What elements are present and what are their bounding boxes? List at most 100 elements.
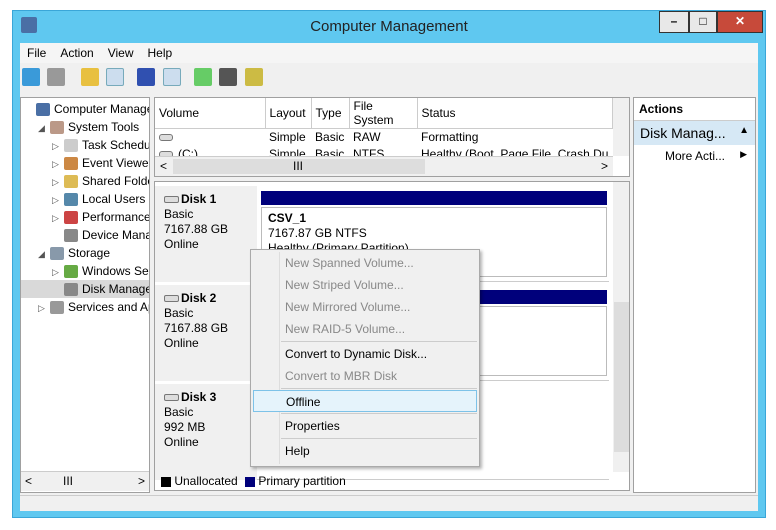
column-header[interactable]: Layout <box>265 98 312 129</box>
menu-action[interactable]: Action <box>53 43 100 63</box>
tree-item[interactable]: ▷ Shared Folde <box>21 172 149 190</box>
disk-info[interactable]: Disk 3 Basic 992 MB Online <box>155 384 257 480</box>
disk-name: Disk 3 <box>181 390 217 404</box>
menu-file[interactable]: File <box>20 43 53 63</box>
expander-icon[interactable]: ▷ <box>52 173 64 190</box>
volume-list-h-scrollbar[interactable]: < III > <box>155 156 613 176</box>
disk-icon <box>164 394 179 401</box>
help-icon[interactable] <box>137 68 156 86</box>
disk-icon <box>164 295 179 302</box>
show-hide-action-pane-icon[interactable] <box>162 68 181 86</box>
expander-icon[interactable]: ▷ <box>52 155 64 172</box>
menu-view[interactable]: View <box>101 43 141 63</box>
disk-type: Basic <box>164 405 194 419</box>
tree-item[interactable]: ▷ Performance <box>21 208 149 226</box>
expander-icon[interactable]: ▷ <box>52 137 64 154</box>
table-cell: RAW <box>349 129 417 146</box>
actions-section-disk-management[interactable]: Disk Manag... ▲ <box>634 121 755 145</box>
tree-node-icon <box>64 193 78 207</box>
disk-state: Online <box>164 336 199 350</box>
column-header[interactable]: Type <box>311 98 350 129</box>
close-button[interactable]: ✕ <box>717 11 763 33</box>
unallocated-swatch <box>161 476 171 487</box>
disk-size: 7167.88 GB <box>164 321 229 335</box>
tree-item-label: Event Viewer <box>82 156 149 170</box>
actions-title: Actions <box>634 98 755 121</box>
tree-item-label: System Tools <box>68 120 140 134</box>
table-cell <box>155 129 265 146</box>
tree-item[interactable]: ▷ Local Users a <box>21 190 149 208</box>
expander-icon[interactable]: ▷ <box>38 299 50 316</box>
tree-node-icon <box>64 229 78 243</box>
volume-name: CSV_1 <box>268 211 307 225</box>
disk-name: Disk 1 <box>181 192 217 206</box>
context-menu-item-offline[interactable]: Offline <box>253 390 477 412</box>
tree-item[interactable]: ▷ Windows Se <box>21 262 149 280</box>
disk-size: 992 MB <box>164 420 206 434</box>
disk-state: Online <box>164 435 199 449</box>
disk-view-v-scrollbar[interactable] <box>613 182 629 472</box>
tree-node-icon <box>64 157 78 171</box>
disk-info[interactable]: Disk 1 Basic 7167.88 GB Online <box>155 186 257 282</box>
menu-help[interactable]: Help <box>141 43 180 63</box>
tree-item[interactable]: ◢ System Tools <box>21 118 149 136</box>
disk-info[interactable]: Disk 2 Basic 7167.88 GB Online <box>155 285 257 381</box>
tree-item[interactable]: ◢ Storage <box>21 244 149 262</box>
column-header[interactable]: Volume <box>155 98 266 129</box>
more-actions-label: More Acti... <box>665 149 726 163</box>
expander-icon[interactable]: ▷ <box>52 191 64 208</box>
cell-text: Formatting <box>421 130 479 145</box>
cell-text: RAW <box>353 130 381 145</box>
tree-item[interactable]: Computer Managemer <box>21 100 149 118</box>
tree-item-label: Device Mana <box>82 228 149 242</box>
maximize-button[interactable]: □ <box>689 11 717 33</box>
more-actions[interactable]: More Acti... ▶ <box>634 145 755 163</box>
volume-list-v-scrollbar[interactable] <box>613 98 629 156</box>
tree-item[interactable]: Disk Manage <box>21 280 149 298</box>
table-cell: Formatting <box>417 129 612 146</box>
disk-icon <box>164 196 179 203</box>
show-hide-tree-icon[interactable] <box>106 68 125 86</box>
refresh-icon[interactable] <box>194 68 213 86</box>
context-menu-item-help[interactable]: Help <box>251 440 479 462</box>
tree-node-icon <box>50 247 64 261</box>
context-menu-item-convert-to-dynamic-disk[interactable]: Convert to Dynamic Disk... <box>251 343 479 365</box>
status-bar <box>20 495 758 511</box>
drive-icon <box>159 134 173 142</box>
tree-item[interactable]: Device Mana <box>21 226 149 244</box>
tree-item[interactable]: ▷ Event Viewer <box>21 154 149 172</box>
tree-node-icon <box>64 265 78 279</box>
tree-item[interactable]: ▷ Services and Ap <box>21 298 149 316</box>
context-menu-item-new-mirrored-volume: New Mirrored Volume... <box>285 300 411 314</box>
expander-icon[interactable] <box>52 281 64 298</box>
volume-list: Volume Layout Type File System Status Simple B… <box>154 97 630 177</box>
cell-text: Basic <box>315 130 345 145</box>
expander-icon[interactable]: ◢ <box>38 245 50 262</box>
expander-icon[interactable] <box>52 227 64 244</box>
tree-item-label: Windows Se <box>82 264 149 278</box>
tree-item-label: Local Users a <box>82 192 149 206</box>
expander-icon[interactable]: ▷ <box>52 263 64 280</box>
back-icon[interactable] <box>22 68 40 86</box>
disk-state: Online <box>164 237 199 251</box>
expander-icon[interactable]: ◢ <box>38 119 50 136</box>
context-menu-item-properties[interactable]: Properties <box>251 415 479 437</box>
tree-item-label: Task Schedu <box>82 138 149 152</box>
tree-horizontal-scrollbar[interactable]: < III > <box>21 471 149 491</box>
tree-item-label: Storage <box>68 246 111 260</box>
up-folder-icon[interactable] <box>80 68 99 86</box>
tree-node-icon <box>50 121 64 135</box>
column-header[interactable]: Status <box>417 98 614 129</box>
table-row[interactable]: Simple Basic RAW Formatting <box>155 129 613 146</box>
forward-icon[interactable] <box>47 68 66 86</box>
menu-separator <box>281 388 477 389</box>
properties-icon[interactable] <box>219 68 238 86</box>
minimize-button[interactable]: – <box>659 11 689 33</box>
disk-type: Basic <box>164 207 194 221</box>
tree-item[interactable]: ▷ Task Schedu <box>21 136 149 154</box>
expander-icon[interactable] <box>24 101 36 118</box>
settings-icon[interactable] <box>244 68 263 86</box>
column-header[interactable]: File System <box>349 98 418 129</box>
actions-pane: Actions Disk Manag... ▲ More Acti... ▶ <box>633 97 756 493</box>
expander-icon[interactable]: ▷ <box>52 209 64 226</box>
